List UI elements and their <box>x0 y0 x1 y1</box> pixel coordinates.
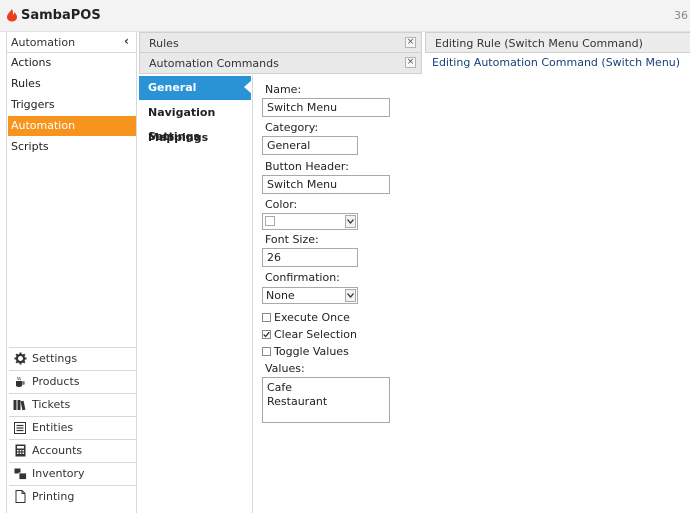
name-label: Name: <box>265 83 302 96</box>
values-line: Restaurant <box>267 395 328 408</box>
clear-selection-checkbox[interactable]: Clear Selection <box>262 328 357 341</box>
confirmation-selected-value: None <box>266 289 295 302</box>
tab-automation-commands[interactable]: Automation Commands × <box>139 53 422 74</box>
color-picker[interactable] <box>262 213 358 230</box>
module-label-products: Products <box>32 375 80 388</box>
tab-editing-rule-label: Editing Rule (Switch Menu Command) <box>435 37 643 50</box>
collapse-chevron-icon[interactable]: ‹ <box>124 34 129 48</box>
close-icon[interactable]: × <box>405 37 416 48</box>
module-products[interactable]: Products <box>9 370 136 392</box>
module-label-settings: Settings <box>32 352 78 365</box>
toggle-values-checkbox[interactable]: Toggle Values <box>262 345 349 358</box>
font-size-label: Font Size: <box>265 233 319 246</box>
entities-list-icon <box>13 421 27 435</box>
category-label: Category: <box>265 121 319 134</box>
tab-editing-automation-command[interactable]: Editing Automation Command (Switch Menu) <box>432 56 680 69</box>
module-tickets[interactable]: Tickets <box>9 393 136 415</box>
calculator-icon <box>13 444 27 458</box>
nav-item-triggers[interactable]: Triggers <box>8 95 136 115</box>
subtab-general-settings[interactable]: General Settings <box>139 76 251 118</box>
module-label-inventory: Inventory <box>32 467 85 480</box>
execute-once-checkbox[interactable]: Execute Once <box>262 311 350 324</box>
chevron-down-icon[interactable] <box>345 215 356 228</box>
values-label: Values: <box>265 362 305 375</box>
confirmation-select[interactable]: None <box>262 287 358 304</box>
toggle-values-label: Toggle Values <box>274 345 349 358</box>
tab-automation-commands-label: Automation Commands <box>149 57 279 70</box>
subtab-navigation-settings[interactable]: Navigation Settings <box>139 101 251 143</box>
nav-header: Automation ‹ <box>7 32 137 53</box>
document-icon <box>13 490 27 504</box>
window-indicator: 36 <box>674 9 688 22</box>
nav-item-scripts[interactable]: Scripts <box>8 137 136 157</box>
inventory-boxes-icon <box>13 467 27 481</box>
module-printing[interactable]: Printing <box>9 485 136 507</box>
checkbox-unchecked[interactable] <box>262 313 271 322</box>
title-bar: SambaPOS 36 <box>0 0 690 32</box>
tab-editing-rule[interactable]: Editing Rule (Switch Menu Command) <box>425 32 690 53</box>
settings-subtabs: General Settings Navigation Settings Map… <box>139 75 253 513</box>
module-settings[interactable]: Settings <box>9 347 136 369</box>
execute-once-label: Execute Once <box>274 311 350 324</box>
module-inventory[interactable]: Inventory <box>9 462 136 484</box>
module-entities[interactable]: Entities <box>9 416 136 438</box>
nav-header-label: Automation <box>11 36 76 49</box>
gear-icon <box>13 352 27 366</box>
left-navigation: Automation ‹ Actions Rules Triggers Auto… <box>6 32 137 513</box>
clear-selection-label: Clear Selection <box>274 328 357 341</box>
module-label-entities: Entities <box>32 421 74 434</box>
chevron-down-icon[interactable] <box>345 289 356 302</box>
subtab-mappings[interactable]: Mappings <box>139 126 251 150</box>
coffee-cup-icon <box>13 375 27 389</box>
sambapos-logo-icon <box>7 9 17 22</box>
nav-item-actions[interactable]: Actions <box>8 53 136 73</box>
font-size-input[interactable]: 26 <box>262 248 358 267</box>
module-accounts[interactable]: Accounts <box>9 439 136 461</box>
module-label-tickets: Tickets <box>32 398 71 411</box>
name-input[interactable]: Switch Menu <box>262 98 390 117</box>
module-label-accounts: Accounts <box>32 444 83 457</box>
checkbox-checked[interactable] <box>262 330 271 339</box>
tab-rules[interactable]: Rules × <box>139 32 422 53</box>
confirmation-label: Confirmation: <box>265 271 340 284</box>
panel-divider <box>252 75 253 513</box>
values-line: Cafe <box>267 381 293 394</box>
tab-rules-label: Rules <box>149 37 179 50</box>
button-header-label: Button Header: <box>265 160 349 173</box>
category-input[interactable]: General <box>262 136 358 155</box>
close-icon[interactable]: × <box>405 57 416 68</box>
values-textarea[interactable]: Cafe Restaurant <box>262 377 390 423</box>
nav-item-rules[interactable]: Rules <box>8 74 136 94</box>
color-swatch <box>265 216 275 226</box>
button-header-input[interactable]: Switch Menu <box>262 175 390 194</box>
checkmark-icon <box>263 331 270 338</box>
app-title: SambaPOS <box>21 8 101 23</box>
checkbox-unchecked[interactable] <box>262 347 271 356</box>
module-label-printing: Printing <box>32 490 75 503</box>
color-label: Color: <box>265 198 298 211</box>
active-subtab-pointer <box>244 80 252 94</box>
books-icon <box>13 398 27 412</box>
nav-item-automation-commands[interactable]: Automation Commands <box>8 116 136 152</box>
